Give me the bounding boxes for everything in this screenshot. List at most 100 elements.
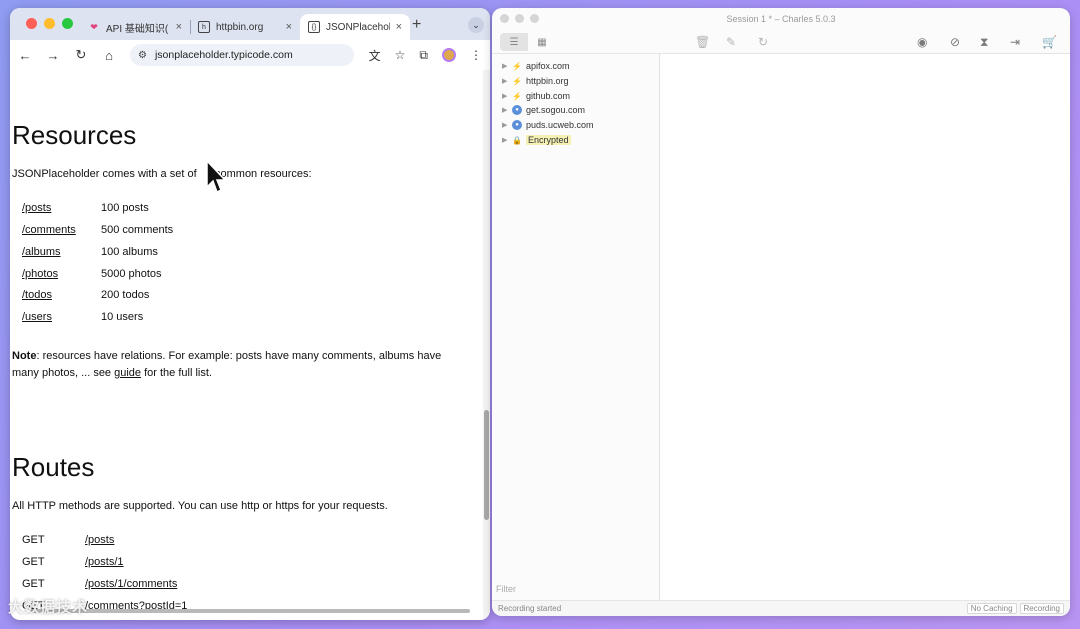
- edit-icon[interactable]: ✎: [726, 35, 736, 49]
- host-row[interactable]: ▶ ● get.sogou.com: [502, 103, 585, 117]
- expand-chevron-icon[interactable]: ▶: [502, 92, 508, 100]
- globe-icon: ●: [512, 120, 522, 130]
- expand-chevron-icon[interactable]: ▶: [502, 62, 508, 70]
- resource-link-comments[interactable]: /comments: [22, 224, 101, 236]
- route-link[interactable]: /posts: [85, 534, 114, 546]
- charles-window: Session 1 * – Charles 5.0.3 ☰ ▦ 🗑 ✎ ↻ ◉ …: [492, 8, 1070, 616]
- resource-link-albums[interactable]: /albums: [22, 246, 101, 258]
- translate-icon[interactable]: 文: [369, 47, 381, 64]
- scrollbar-thumb[interactable]: [484, 410, 489, 520]
- resource-link-users[interactable]: /users: [22, 311, 101, 323]
- note-label: Note: [12, 350, 37, 362]
- charles-toolbar: ☰ ▦ 🗑 ✎ ↻ ◉ ⊘ ⧗ ⇥ 🛒: [492, 30, 1070, 54]
- jsonplaceholder-icon: {}: [308, 21, 320, 33]
- resources-intro: JSONPlaceholder comes with a set of comm…: [12, 168, 312, 180]
- resource-desc: 100 posts: [101, 202, 149, 214]
- browser-window: ❤ API 基础知识(⁠ × h httpbin.org × {} JSONPl…: [10, 8, 490, 620]
- host-name: get.sogou.com: [526, 105, 586, 115]
- tab-label: JSONPlacehold: [326, 21, 390, 33]
- trash-icon[interactable]: 🗑: [695, 35, 710, 49]
- route-row: GET /posts: [22, 534, 114, 546]
- expand-chevron-icon[interactable]: ▶: [502, 136, 508, 144]
- resource-row: /comments 500 comments: [22, 224, 173, 236]
- extensions-icon[interactable]: ⧉: [419, 48, 428, 63]
- recording-button[interactable]: Recording: [1019, 603, 1064, 614]
- close-icon[interactable]: ×: [286, 21, 292, 33]
- window-title: Session 1 * – Charles 5.0.3: [726, 14, 836, 24]
- expand-chevron-icon[interactable]: ▶: [502, 77, 508, 85]
- expand-chevron-icon[interactable]: ▶: [502, 106, 508, 114]
- page-content: Resources JSONPlaceholder comes with a s…: [10, 70, 484, 620]
- breakpoint-icon[interactable]: ⇥: [1010, 35, 1020, 49]
- resource-link-posts[interactable]: /posts: [22, 202, 101, 214]
- host-tree: ▶ ⚡ apifox.com ▶ ⚡ httpbin.org ▶ ⚡ githu…: [492, 54, 660, 600]
- route-link[interactable]: /posts/1: [85, 556, 124, 568]
- host-row[interactable]: ▶ ⚡ apifox.com: [502, 59, 570, 73]
- resource-desc: 500 comments: [101, 224, 174, 236]
- charles-main: ▶ ⚡ apifox.com ▶ ⚡ httpbin.org ▶ ⚡ githu…: [492, 54, 1070, 600]
- forward-icon[interactable]: →: [46, 48, 60, 63]
- tab-jsonplaceholder[interactable]: {} JSONPlacehold ×: [300, 14, 410, 40]
- apifox-icon: ❤: [90, 21, 98, 32]
- view-mode-toggle[interactable]: ☰ ▦: [500, 33, 556, 51]
- throttle-icon[interactable]: ⧗: [980, 35, 988, 50]
- tab-label: API 基础知识(⁠: [106, 23, 169, 35]
- host-name: httpbin.org: [526, 76, 569, 86]
- close-icon[interactable]: ×: [396, 21, 402, 33]
- close-icon[interactable]: ×: [176, 21, 182, 33]
- note-paragraph: Note: resources have relations. For exam…: [12, 350, 442, 379]
- toolbar-actions: 文 ☆ ⧉ ⋮: [369, 47, 482, 64]
- route-link[interactable]: /posts/1/comments: [85, 578, 177, 590]
- host-name: Encrypted: [526, 135, 571, 145]
- host-row[interactable]: ▶ ⚡ github.com: [502, 89, 570, 103]
- zoom-window-button[interactable]: [530, 14, 539, 23]
- resource-row: /posts 100 posts: [22, 202, 149, 214]
- home-icon[interactable]: ⌂: [102, 48, 116, 63]
- routes-intro: All HTTP methods are supported. You can …: [12, 500, 388, 512]
- menu-kebab-icon[interactable]: ⋮: [470, 48, 482, 62]
- resource-link-photos[interactable]: /photos: [22, 268, 101, 280]
- resource-desc: 100 albums: [101, 246, 158, 258]
- resource-desc: 10 users: [101, 311, 144, 323]
- address-bar[interactable]: ⚙ jsonplaceholder.typicode.com: [130, 44, 354, 66]
- back-icon[interactable]: ←: [18, 48, 32, 63]
- zoom-window-button[interactable]: [62, 18, 73, 29]
- lightning-icon: ⚡: [512, 76, 522, 86]
- watermark-logo: 大数据技术: [8, 599, 89, 616]
- close-window-button[interactable]: [500, 14, 509, 23]
- minimize-window-button[interactable]: [44, 18, 55, 29]
- guide-link[interactable]: guide: [114, 367, 141, 379]
- close-window-button[interactable]: [26, 18, 37, 29]
- tab-search-icon[interactable]: ⌄: [468, 17, 484, 33]
- vertical-scrollbar[interactable]: [483, 70, 490, 620]
- compose-cart-icon[interactable]: 🛒: [1042, 35, 1057, 49]
- structure-view-icon[interactable]: ☰: [500, 33, 528, 51]
- minimize-window-button[interactable]: [515, 14, 524, 23]
- tab-bar: ❤ API 基础知识(⁠ × h httpbin.org × {} JSONPl…: [10, 8, 490, 40]
- ssl-proxy-icon[interactable]: ⊘: [950, 35, 960, 49]
- filter-input[interactable]: Filter: [496, 584, 516, 594]
- tab-httpbin[interactable]: h httpbin.org ×: [190, 14, 300, 40]
- reload-icon[interactable]: ↻: [74, 47, 88, 63]
- record-icon[interactable]: ◉: [917, 35, 927, 49]
- profile-avatar[interactable]: [442, 48, 456, 62]
- bookmark-star-icon[interactable]: ☆: [395, 48, 406, 62]
- new-tab-button[interactable]: +: [412, 16, 421, 34]
- lock-icon: 🔒: [512, 135, 522, 145]
- host-row[interactable]: ▶ 🔒 Encrypted: [502, 133, 571, 147]
- resources-heading: Resources: [12, 120, 137, 150]
- refresh-icon[interactable]: ↻: [758, 35, 768, 49]
- tab-strip: ❤ API 基础知识(⁠ × h httpbin.org × {} JSONPl…: [80, 14, 410, 40]
- host-row[interactable]: ▶ ⚡ httpbin.org: [502, 74, 569, 88]
- expand-chevron-icon[interactable]: ▶: [502, 121, 508, 129]
- tab-apifox[interactable]: ❤ API 基础知识(⁠ ×: [80, 14, 190, 40]
- horizontal-scrollbar[interactable]: [30, 609, 470, 613]
- detail-pane: [660, 54, 1070, 600]
- status-pills: No Caching Recording: [966, 603, 1064, 614]
- site-info-icon[interactable]: ⚙: [138, 50, 147, 61]
- host-row[interactable]: ▶ ● puds.ucweb.com: [502, 118, 594, 132]
- address-text: jsonplaceholder.typicode.com: [154, 49, 293, 61]
- sequence-view-icon[interactable]: ▦: [528, 33, 556, 51]
- resource-link-todos[interactable]: /todos: [22, 289, 101, 301]
- no-caching-button[interactable]: No Caching: [966, 603, 1017, 614]
